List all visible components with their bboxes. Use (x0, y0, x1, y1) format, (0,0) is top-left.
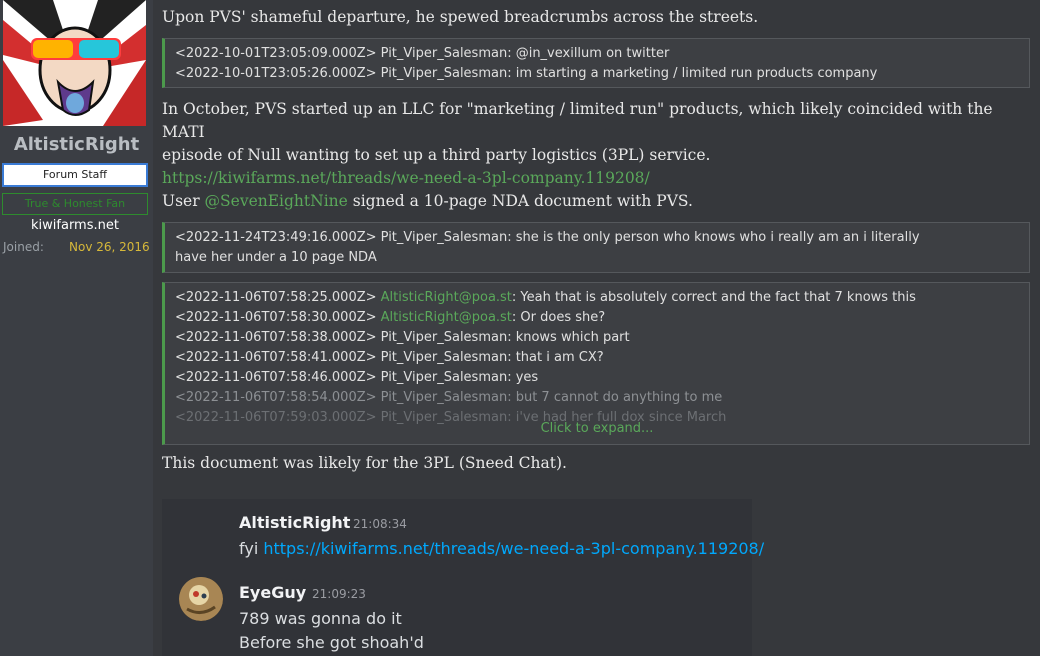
quote-timestamp: <2022-11-06T07:58:30.000Z> (175, 310, 381, 325)
discord-username: AltisticRight (239, 513, 351, 532)
quote-text: : Or does she? (511, 310, 606, 325)
discord-username: EyeGuy (239, 583, 307, 602)
discord-message: 789 was gonna do it (239, 609, 402, 628)
discord-screenshot: AltisticRight 21:08:34 fyi https://kiwif… (162, 499, 764, 656)
quote-line: have her under a 10 page NDA (175, 250, 377, 265)
user-mention[interactable]: @SevenEightNine (205, 192, 348, 210)
discord-message: fyi https://kiwifarms.net/threads/we-nee… (239, 539, 764, 558)
quote-timestamp: <2022-11-06T07:58:25.000Z> (175, 290, 381, 305)
user-avatar[interactable] (3, 0, 146, 126)
quote-line: <2022-11-06T07:58:38.000Z> Pit_Viper_Sal… (175, 330, 630, 345)
post-paragraph-4: This document was likely for the 3PL (Sn… (162, 454, 567, 472)
paragraph-line: In October, PVS started up an LLC for "m… (162, 100, 993, 141)
quote-user-link[interactable]: AltisticRight@poa.st (381, 310, 512, 325)
joined-label: Joined: (3, 240, 44, 254)
paragraph-text: User (162, 192, 205, 210)
post-paragraph-1: Upon PVS' shameful departure, he spewed … (162, 8, 759, 26)
discord-link[interactable]: https://kiwifarms.net/threads/we-need-a-… (263, 539, 764, 558)
quote-line: <2022-11-24T23:49:16.000Z> Pit_Viper_Sal… (175, 230, 920, 245)
discord-message: Before she got shoah'd (239, 633, 424, 652)
user-site: kiwifarms.net (31, 218, 119, 233)
quote-line: <2022-11-06T07:58:46.000Z> Pit_Viper_Sal… (175, 370, 539, 385)
quote-block-1: <2022-10-01T23:05:09.000Z> Pit_Viper_Sal… (162, 38, 1030, 88)
thread-link[interactable]: https://kiwifarms.net/threads/we-need-a-… (162, 169, 650, 187)
username[interactable]: AltisticRight (0, 134, 153, 155)
discord-avatar (179, 577, 223, 621)
quote-line: <2022-11-06T07:58:30.000Z> AltisticRight… (175, 308, 1019, 328)
paragraph-text: signed a 10-page NDA document with PVS. (347, 192, 693, 210)
quote-line: <2022-10-01T23:05:09.000Z> Pit_Viper_Sal… (175, 46, 670, 61)
quote-line: <2022-10-01T23:05:26.000Z> Pit_Viper_Sal… (175, 66, 878, 81)
post-paragraph-2: In October, PVS started up an LLC for "m… (162, 98, 1040, 190)
quote-line: <2022-11-06T07:58:41.000Z> Pit_Viper_Sal… (175, 350, 604, 365)
quote-text: : Yeah that is absolutely correct and th… (511, 290, 916, 305)
honest-fan-badge: True & Honest Fan (2, 193, 148, 215)
post-paragraph-3: User @SevenEightNine signed a 10-page ND… (162, 190, 693, 213)
avatar-image (179, 577, 223, 621)
paragraph-line: episode of Null wanting to set up a thir… (162, 146, 711, 164)
quote-line: <2022-11-06T07:58:54.000Z> Pit_Viper_Sal… (175, 390, 723, 405)
avatar-image (3, 0, 146, 126)
quote-block-3: <2022-11-06T07:58:25.000Z> AltisticRight… (162, 282, 1030, 445)
quote-user-link[interactable]: AltisticRight@poa.st (381, 290, 512, 305)
discord-message-text: fyi (239, 539, 264, 558)
joined-date: Nov 26, 2016 (69, 240, 150, 254)
discord-timestamp: 21:08:34 (353, 517, 407, 531)
discord-timestamp: 21:09:23 (312, 587, 366, 601)
quote-block-2: <2022-11-24T23:49:16.000Z> Pit_Viper_Sal… (162, 222, 1030, 273)
quote-line: <2022-11-06T07:58:25.000Z> AltisticRight… (175, 288, 1019, 308)
expand-quote-button[interactable]: Click to expand... (165, 419, 1029, 439)
user-panel: AltisticRight Forum Staff True & Honest … (0, 0, 153, 656)
forum-staff-badge: Forum Staff (2, 163, 148, 187)
